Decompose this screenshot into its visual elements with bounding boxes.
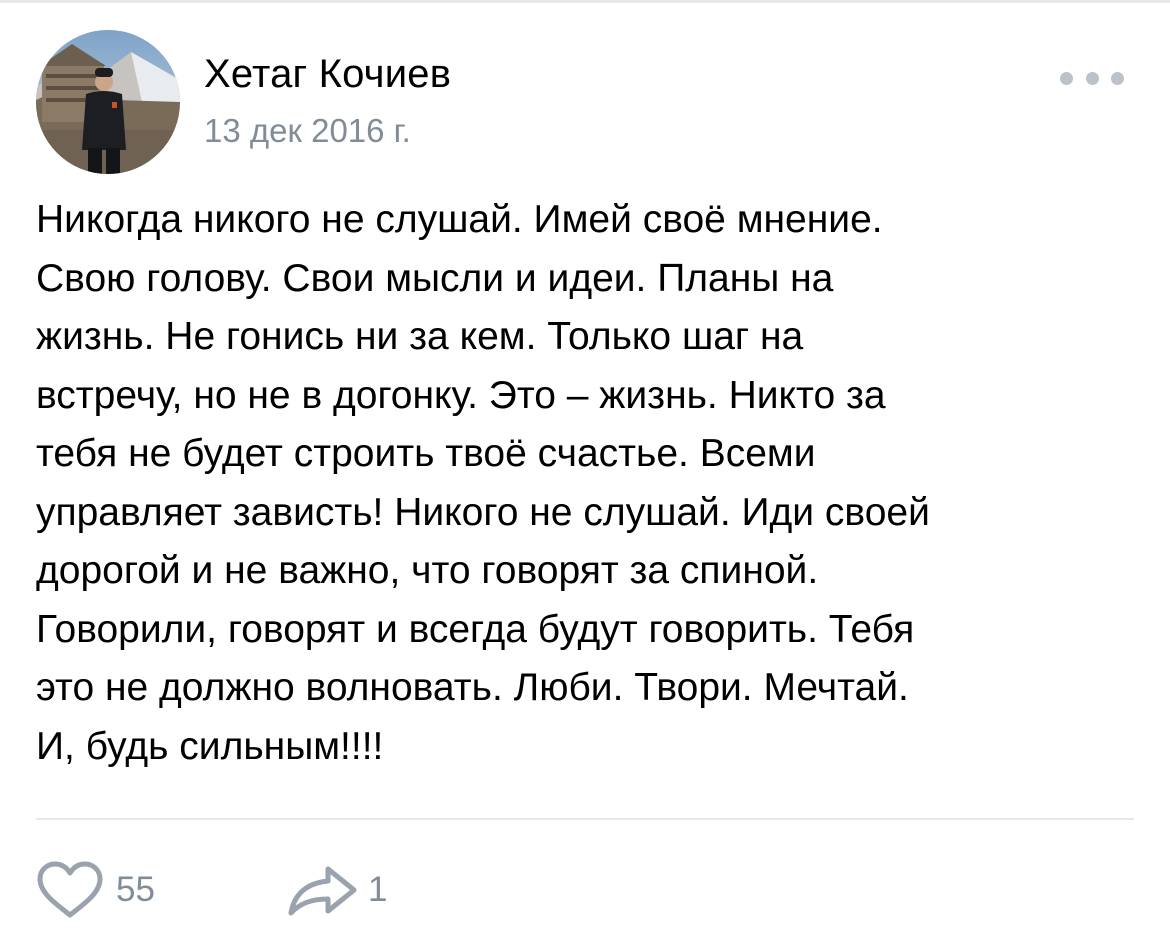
dot <box>1085 71 1099 85</box>
post-date[interactable]: 13 дек 2016 г. <box>204 111 411 151</box>
like-button[interactable]: 55 <box>36 860 155 920</box>
more-dots-icon[interactable] <box>1060 64 1124 92</box>
dot <box>1060 71 1073 85</box>
top-separator <box>0 0 1170 3</box>
author-name[interactable]: Хетаг Кочиев <box>204 51 451 97</box>
share-button[interactable]: 1 <box>286 860 387 920</box>
avatar[interactable] <box>36 30 180 174</box>
avatar-photo <box>36 30 180 174</box>
share-count: 1 <box>368 870 388 909</box>
like-count: 55 <box>116 870 155 909</box>
post-text: Никогда никого не слушай. Имей своё мнен… <box>36 198 930 768</box>
share-arrow-icon <box>288 866 357 916</box>
heart-icon <box>37 861 103 918</box>
dot <box>1111 71 1124 85</box>
actions-divider <box>36 818 1134 820</box>
